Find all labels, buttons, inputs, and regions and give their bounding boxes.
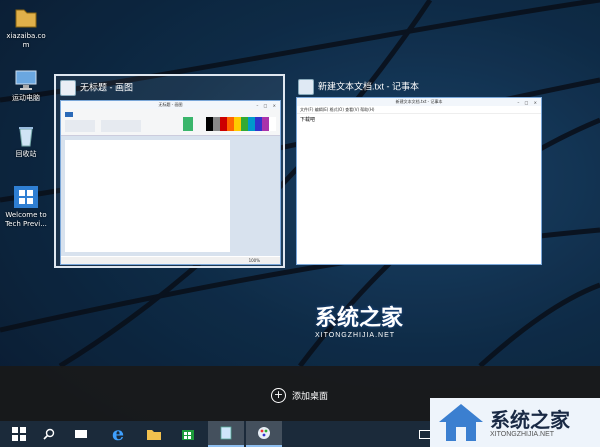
paint-status-bar: 100% <box>61 257 280 264</box>
desktop-icon-label: xiazaiba.co m <box>6 32 46 49</box>
thumbnail-title-notepad: 新建文本文档.txt - 记事本 <box>298 79 419 95</box>
computer-icon <box>13 68 39 92</box>
task-view-thumbnail-paint[interactable]: 无标题 - 画图 无标题 - 画图 – □ × 100% <box>54 74 285 268</box>
plus-icon: + <box>271 388 286 403</box>
search-icon <box>43 428 55 440</box>
file-explorer-icon <box>147 430 161 440</box>
folder-icon <box>13 6 39 30</box>
paint-ribbon <box>61 109 280 136</box>
task-view-icon <box>75 430 87 438</box>
corner-logo: 系统之家 XITONGZHIJIA.NET <box>430 398 600 447</box>
paint-title-bar: 无标题 - 画图 – □ × <box>61 101 280 109</box>
add-desktop-label: 添加桌面 <box>292 392 329 402</box>
desktop-icon-label: 运动电脑 <box>12 94 40 102</box>
recycle-bin-icon <box>13 124 39 148</box>
watermark-url: XITONGZHIJIA.NET <box>315 332 396 339</box>
color-palette <box>206 117 276 131</box>
taskbar-store[interactable] <box>174 421 202 447</box>
house-logo-icon <box>439 404 483 441</box>
start-icon <box>12 427 26 441</box>
task-view-button[interactable] <box>68 421 94 447</box>
notepad-title-bar: 新建文本文档.txt - 记事本 – □ × <box>297 98 541 106</box>
paint-icon <box>258 427 270 439</box>
start-button[interactable] <box>4 421 34 447</box>
paint-window-preview: 无标题 - 画图 – □ × 100% <box>60 100 281 265</box>
desktop-icon-label: Welcome to Tech Previ... <box>5 211 47 228</box>
corner-logo-url: XITONGZHIJIA.NET <box>490 431 555 438</box>
taskbar-paint[interactable] <box>246 421 282 447</box>
desktop-icon-label: 回收站 <box>15 150 37 158</box>
window-controls: – □ × <box>517 100 539 105</box>
ie-icon: e <box>111 423 125 445</box>
search-button[interactable] <box>36 421 62 447</box>
notepad-window-preview[interactable]: 新建文本文档.txt - 记事本 – □ × 文件(F) 编辑(E) 格式(O)… <box>296 97 542 265</box>
notepad-icon <box>220 426 232 440</box>
desktop-icon-xiazaiba[interactable]: xiazaiba.co m <box>2 6 50 50</box>
notepad-menu-bar: 文件(F) 编辑(E) 格式(O) 查看(V) 帮助(H) <box>297 106 541 114</box>
paint-icon <box>60 80 76 96</box>
watermark: 系统之家 XITONGZHIJIA.NET <box>315 300 403 339</box>
desktop-icon-recycle-bin[interactable]: 回收站 <box>2 124 50 159</box>
windows-logo-icon <box>13 185 39 209</box>
taskbar-notepad[interactable] <box>208 421 244 447</box>
paint-canvas-area <box>61 136 280 256</box>
taskbar-ie[interactable]: e <box>104 421 132 447</box>
store-icon <box>182 430 194 440</box>
desktop-icon-computer[interactable]: 运动电脑 <box>2 68 50 103</box>
corner-logo-brand: 系统之家 <box>490 410 570 432</box>
notepad-text-content: 下载吧 <box>300 117 316 123</box>
notepad-icon <box>298 79 314 95</box>
thumbnail-title-paint: 无标题 - 画图 <box>60 80 133 96</box>
watermark-brand: 系统之家 <box>315 305 404 330</box>
taskbar-file-explorer[interactable] <box>140 421 168 447</box>
paint-canvas <box>65 140 230 252</box>
desktop-icon-welcome[interactable]: Welcome to Tech Previ... <box>2 185 50 229</box>
add-desktop-button[interactable]: + 添加桌面 <box>271 388 328 403</box>
